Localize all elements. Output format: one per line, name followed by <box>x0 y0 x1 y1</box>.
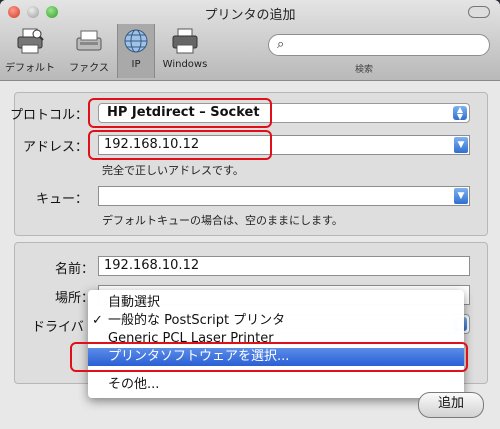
annotation-address <box>88 130 272 160</box>
toolbar-item-default[interactable]: デフォルト <box>0 24 60 78</box>
location-label: 場所： <box>54 291 94 306</box>
add-button[interactable]: 追加 <box>418 392 484 418</box>
toolbar-label-windows: Windows <box>162 59 208 70</box>
printer-default-icon <box>17 28 44 54</box>
toolbar-label-default: デフォルト <box>5 63 55 74</box>
toolbar-toggle-button[interactable] <box>468 6 490 18</box>
window-title: プリンタの追加 <box>204 8 296 23</box>
driver-label: ドライバ <box>32 320 84 335</box>
queue-hint: デフォルトキューの場合は、空のままにします。 <box>102 214 343 227</box>
queue-field[interactable]: ▼ <box>98 186 470 206</box>
annotation-protocol <box>88 98 272 128</box>
popup-arrows-icon: ▲▼ <box>453 106 467 121</box>
search-icon: ⌕ <box>277 37 285 52</box>
chevron-down-icon[interactable]: ▼ <box>454 188 468 204</box>
globe-icon <box>124 29 148 53</box>
queue-label: キュー： <box>35 192 88 207</box>
menu-item-generic-postscript[interactable]: ✓ 一般的な PostScript プリンタ <box>88 312 464 330</box>
toolbar-item-fax[interactable]: ファクス <box>64 24 114 78</box>
toolbar-label-ip: IP <box>131 59 141 70</box>
windows-printer-icon <box>172 28 198 54</box>
search-field[interactable]: ⌕ <box>268 34 490 56</box>
fax-icon <box>76 30 102 51</box>
address-label: アドレス： <box>22 140 88 155</box>
annotation-driver-option <box>70 342 468 372</box>
add-printer-window: プリンタの追加 デフォルト ファクス IP Windows ⌕ 検索 プロトコル… <box>0 0 500 429</box>
menu-item-auto[interactable]: 自動選択 <box>88 294 464 312</box>
search-label: 検索 <box>355 65 374 75</box>
toolbar-label-fax: ファクス <box>69 63 109 74</box>
address-hint: 完全で正しいアドレスです。 <box>102 164 244 177</box>
title-bar: プリンタの追加 デフォルト ファクス IP Windows ⌕ 検索 <box>0 0 500 81</box>
toolbar-item-windows[interactable]: Windows <box>158 24 212 78</box>
checkmark-icon: ✓ <box>92 313 103 328</box>
toolbar-item-ip[interactable]: IP <box>117 24 155 78</box>
menu-item-other[interactable]: その他... <box>88 376 464 394</box>
protocol-label: プロトコル： <box>10 108 89 123</box>
chevron-down-icon[interactable]: ▼ <box>454 137 468 153</box>
name-field[interactable]: 192.168.10.12 <box>98 256 470 276</box>
name-label: 名前： <box>54 262 94 277</box>
name-value: 192.168.10.12 <box>104 258 200 273</box>
